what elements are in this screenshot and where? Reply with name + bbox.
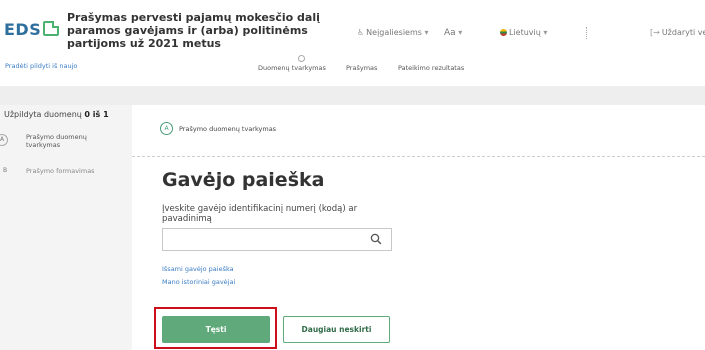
page-title: Prašymas pervesti pajamų mokesčio dalį p… <box>67 11 320 50</box>
section-divider <box>132 156 705 157</box>
sidebar-item-data-management[interactable]: Prašymo duomenų tvarkymas <box>26 133 106 149</box>
chevron-down-icon: ▾ <box>421 28 429 37</box>
sidebar-item-form-creation[interactable]: Prašymo formavimas <box>26 167 116 175</box>
historical-recipients-link[interactable]: Mano istoriniai gavėjai <box>162 278 235 286</box>
section-step-badge: A <box>160 122 173 135</box>
logo-icon <box>43 21 60 36</box>
section-breadcrumb: Prašymo duomenų tvarkymas <box>179 125 277 133</box>
search-icon[interactable] <box>369 232 383 246</box>
language-menu[interactable]: Lietuvių ▾ <box>500 28 549 37</box>
progress-summary: Užpildyta duomenų 0 iš 1 <box>4 110 109 119</box>
exit-icon: [→ <box>650 28 660 37</box>
accessibility-label: Neįgaliesiems <box>366 28 422 37</box>
tab-request[interactable]: Prašymas <box>346 64 377 72</box>
sidebar-step-number: B <box>3 167 8 174</box>
chevron-down-icon: ▾ <box>540 28 548 37</box>
close-label: Uždaryti ve <box>661 28 705 37</box>
no-more-allocation-button[interactable]: Daugiau neskirti <box>283 316 390 343</box>
recipient-search-input[interactable] <box>162 228 392 251</box>
lithuania-flag-icon <box>500 29 507 36</box>
search-field-label: Įveskite gavėjo identifikacinį numerį (k… <box>162 204 358 224</box>
start-over-link[interactable]: Pradėti pildyti iš naujo <box>5 62 77 70</box>
close-button[interactable]: [→ Uždaryti ve <box>650 28 705 37</box>
section-heading: Gavėjo paieška <box>162 169 325 191</box>
toolbar-band <box>0 86 705 105</box>
font-size-label: Aa <box>444 28 456 38</box>
header-separator <box>586 27 588 39</box>
detailed-search-link[interactable]: Išsami gavėjo paieška <box>162 265 234 273</box>
current-step-marker-icon <box>298 55 305 62</box>
tab-submission-result[interactable]: Pateikimo rezultatas <box>398 64 464 72</box>
accessibility-icon: ♿ <box>357 28 365 37</box>
continue-button[interactable]: Tęsti <box>162 316 270 343</box>
language-label: Lietuvių <box>509 28 541 37</box>
progress-value: 0 iš 1 <box>84 110 109 119</box>
logo-text: EDS <box>4 20 42 39</box>
eds-logo[interactable]: EDS <box>4 20 60 39</box>
chevron-down-icon: ▾ <box>455 28 463 37</box>
accessibility-menu[interactable]: ♿ Neįgaliesiems ▾ <box>357 28 430 37</box>
tab-data-management[interactable]: Duomenų tvarkymas <box>258 64 326 72</box>
font-size-menu[interactable]: Aa ▾ <box>444 28 464 38</box>
progress-label: Užpildyta duomenų <box>4 110 82 119</box>
